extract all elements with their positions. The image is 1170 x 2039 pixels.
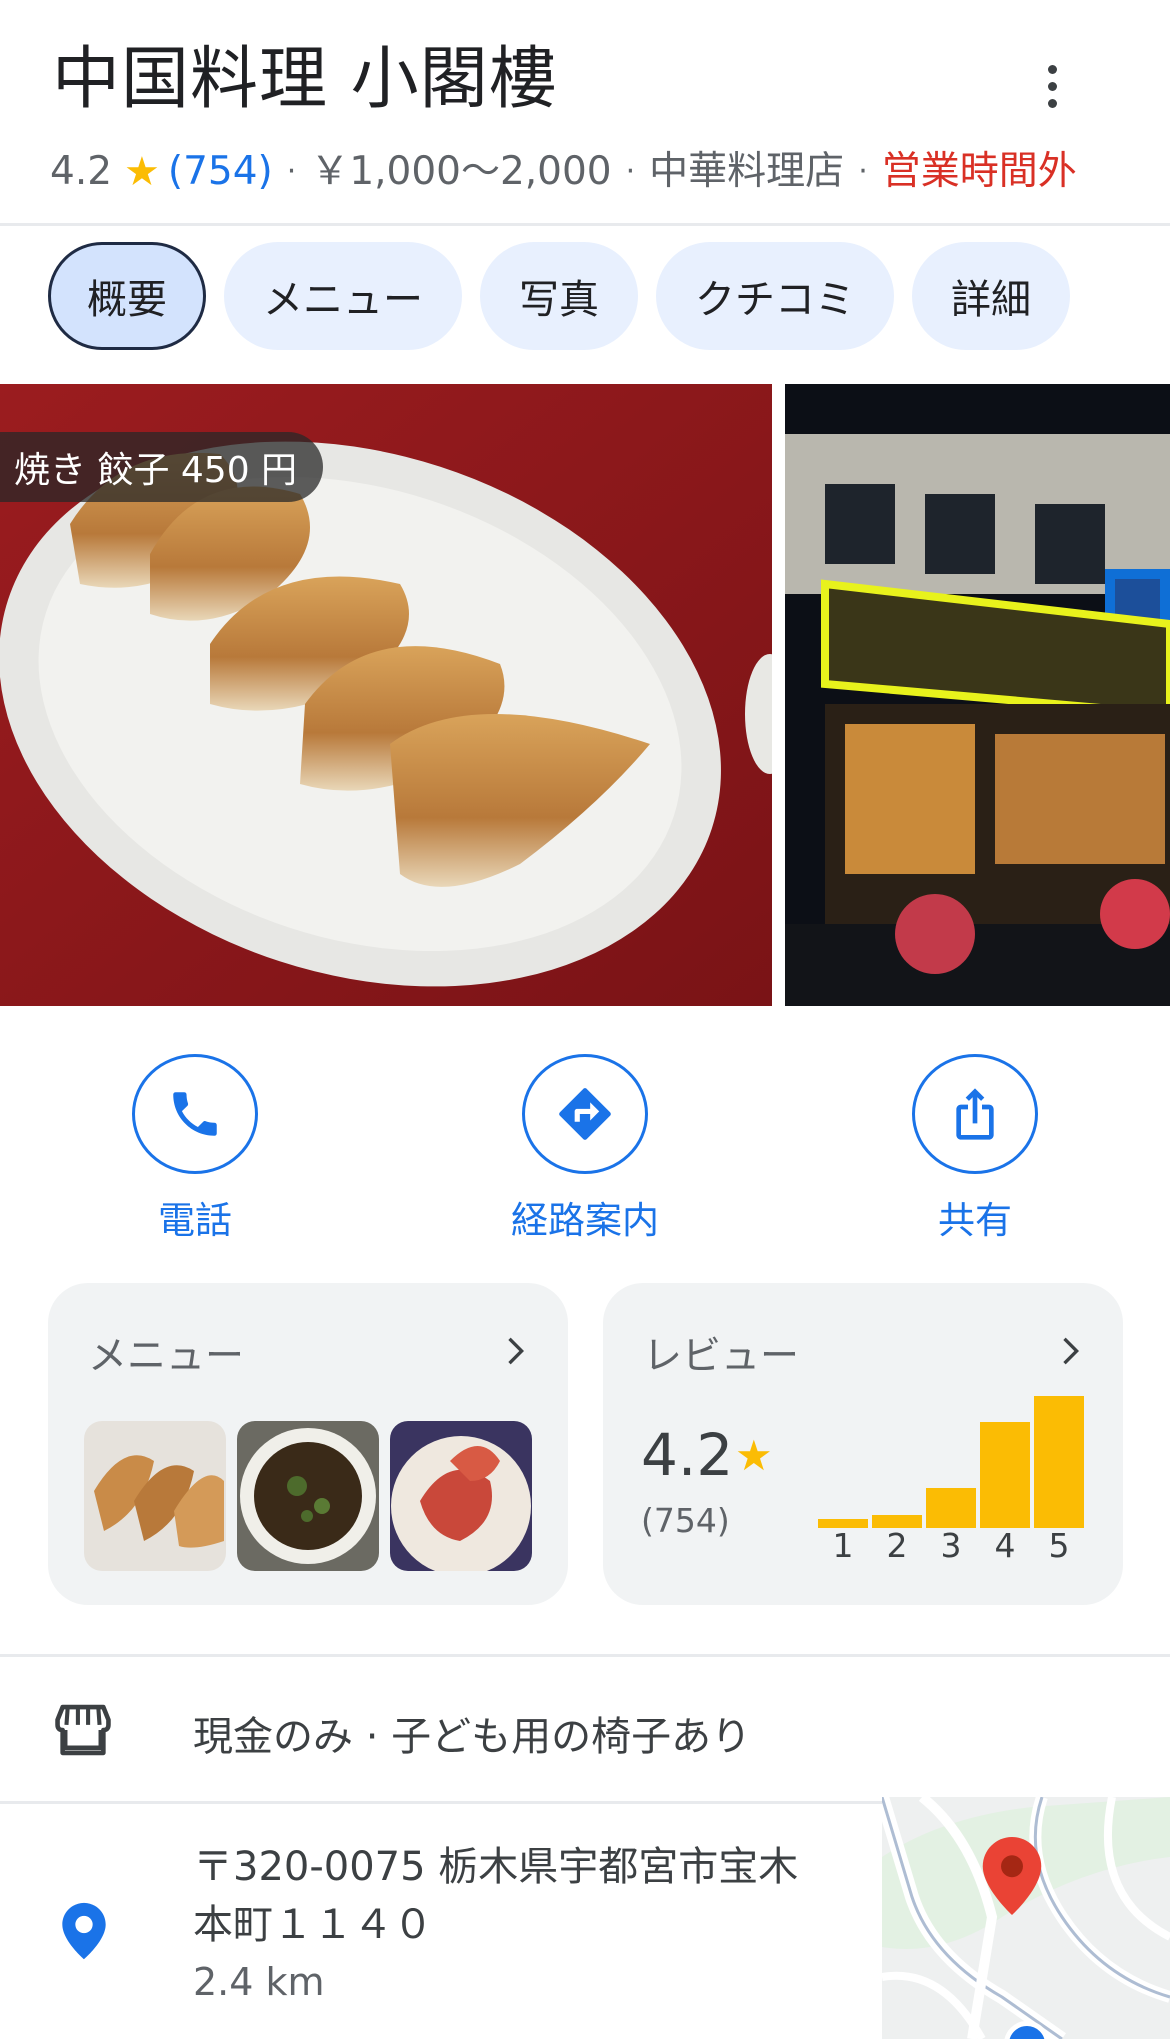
rating-bar-label: 2 xyxy=(886,1526,908,1565)
address-line-1: 〒320-0075 栃木県宇都宮市宝木 xyxy=(193,1844,799,1890)
directions-label: 経路案内 xyxy=(511,1199,659,1242)
map-image xyxy=(882,1797,1170,2039)
separator: · xyxy=(286,154,297,189)
place-title: 中国料理 小閣樓 xyxy=(52,40,558,119)
menu-thumb-soup[interactable] xyxy=(237,1421,379,1571)
directions-button[interactable]: 経路案内 xyxy=(455,1054,715,1244)
chevron-right-icon xyxy=(1063,1337,1079,1365)
rating-bar-1 xyxy=(818,1393,868,1528)
rating-value: 4.2 xyxy=(50,149,113,194)
menu-thumb-gyoza[interactable] xyxy=(84,1421,226,1571)
rating-bar-3 xyxy=(926,1393,976,1528)
photo-caption: 焼き 餃子 450 円 xyxy=(0,432,324,502)
place-header: 中国料理 小閣樓 4.2 ★ (754) · ￥1,000～2,000 · 中華… xyxy=(0,0,1170,226)
chevron-right-icon xyxy=(508,1337,524,1365)
distance-text: 2.4 km xyxy=(193,1960,325,2004)
section-divider xyxy=(0,1801,882,1804)
menu-thumb-meat[interactable] xyxy=(390,1421,532,1571)
map-thumbnail[interactable] xyxy=(882,1797,1170,2039)
rating-bar-fill xyxy=(1034,1396,1084,1528)
phone-icon xyxy=(132,1054,258,1174)
share-button[interactable]: 共有 xyxy=(845,1054,1105,1244)
tab-overview[interactable]: 概要 xyxy=(48,242,206,350)
menu-card[interactable]: メニュー xyxy=(48,1283,568,1605)
tab-photos[interactable]: 写真 xyxy=(480,242,638,350)
tab-menu[interactable]: メニュー xyxy=(224,242,462,350)
photo-gyoza[interactable]: 焼き 餃子 450 円 xyxy=(0,384,772,1006)
place-meta: 4.2 ★ (754) · ￥1,000～2,000 · 中華料理店 · 営業時… xyxy=(50,146,1077,198)
separator: · xyxy=(858,154,868,189)
share-icon xyxy=(912,1054,1038,1174)
tab-details[interactable]: 詳細 xyxy=(912,242,1070,350)
tab-bar: 概要 メニュー 写真 クチコミ 詳細 xyxy=(48,242,1070,350)
tab-reviews[interactable]: クチコミ xyxy=(656,242,894,350)
rating-bar-fill xyxy=(926,1488,976,1528)
section-divider xyxy=(0,1654,1170,1657)
rating-bar-label: 4 xyxy=(994,1526,1016,1565)
rating-bar-fill xyxy=(980,1422,1030,1528)
share-label: 共有 xyxy=(938,1199,1012,1242)
rating-bar-4 xyxy=(980,1393,1030,1528)
menu-card-title: メニュー xyxy=(88,1334,245,1379)
amenities-text: 現金のみ · 子ども用の椅子あり xyxy=(193,1714,752,1760)
review-score: 4.2 xyxy=(641,1421,734,1489)
review-card[interactable]: レビュー 4.2 ★ (754) 12345 xyxy=(603,1283,1123,1605)
rating-bar-label: 3 xyxy=(940,1526,962,1565)
rating-bar-2 xyxy=(872,1393,922,1528)
directions-icon xyxy=(522,1054,648,1174)
review-star-icon: ★ xyxy=(735,1431,773,1480)
rating-bar-label: 1 xyxy=(832,1526,854,1565)
location-pin-icon xyxy=(58,1900,110,1966)
open-status: 営業時間外 xyxy=(881,149,1077,194)
rating-star-icon: ★ xyxy=(124,149,160,195)
photo-storefront[interactable] xyxy=(785,384,1170,1006)
separator: · xyxy=(625,154,636,189)
storefront-photo-image xyxy=(785,384,1170,1006)
review-card-title: レビュー xyxy=(643,1334,800,1379)
price-range: ￥1,000～2,000 xyxy=(310,149,612,194)
call-button[interactable]: 電話 xyxy=(65,1054,325,1244)
map-pin-icon xyxy=(982,1837,1042,1915)
address-text[interactable]: 〒320-0075 栃木県宇都宮市宝木 本町１１４０ xyxy=(193,1838,798,1954)
rating-bar-5 xyxy=(1034,1393,1084,1528)
rating-bar-label: 5 xyxy=(1048,1526,1070,1565)
review-count: (754) xyxy=(641,1501,730,1540)
address-line-2: 本町１１４０ xyxy=(193,1902,433,1948)
call-label: 電話 xyxy=(158,1199,232,1242)
review-count-link[interactable]: (754) xyxy=(168,146,273,198)
store-icon xyxy=(52,1702,114,1762)
category-label: 中華料理店 xyxy=(649,149,845,194)
more-options-icon[interactable] xyxy=(1030,60,1074,112)
